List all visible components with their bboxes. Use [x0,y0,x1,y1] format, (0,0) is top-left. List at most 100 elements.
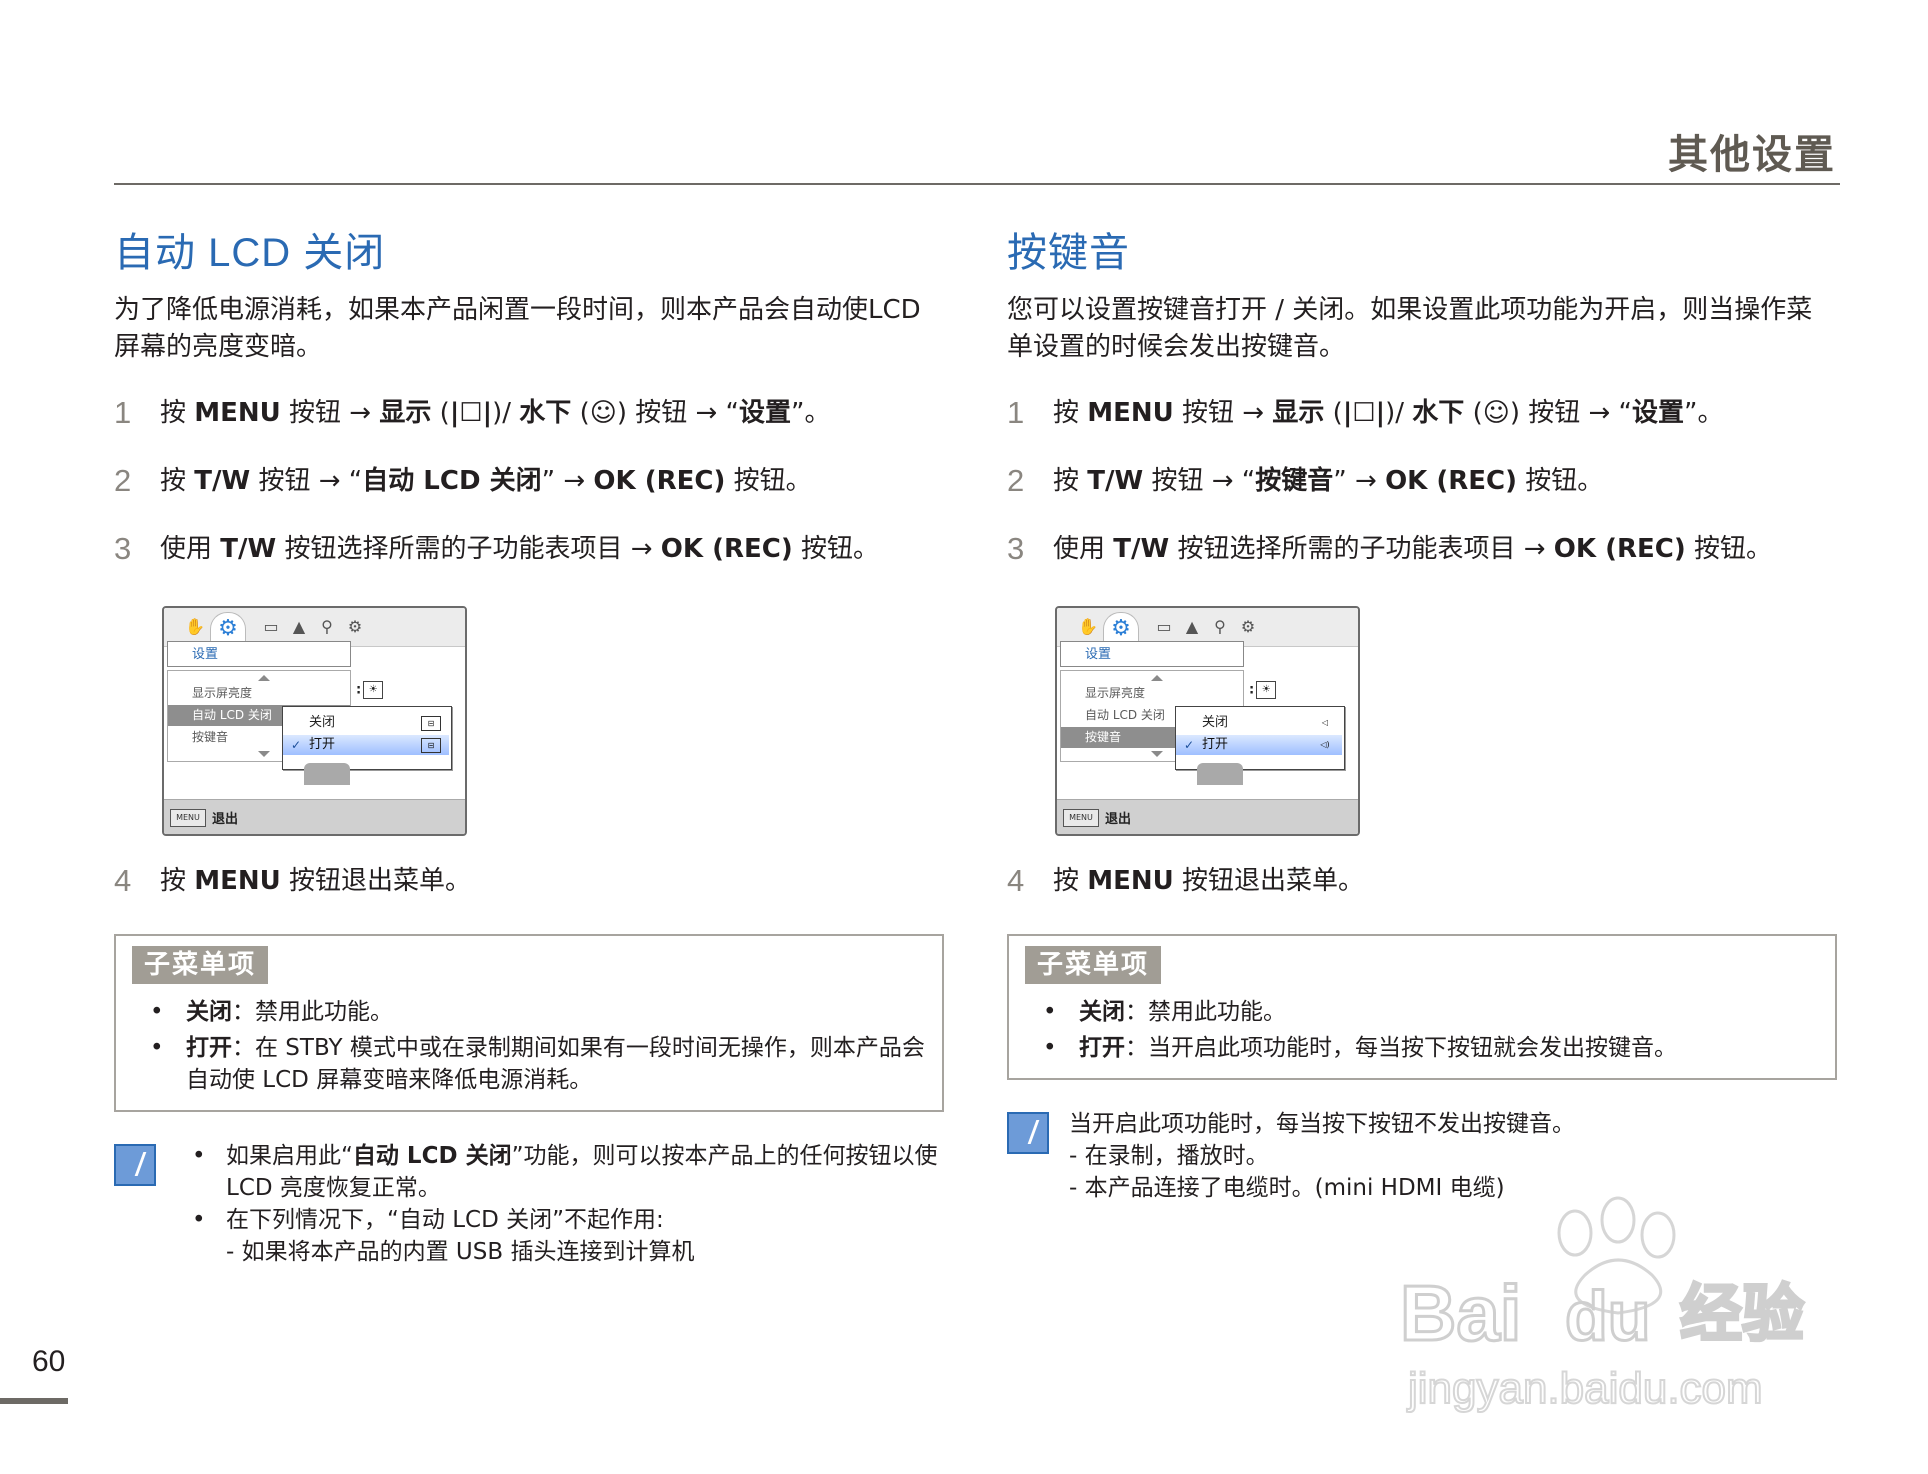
submenu-item-off: • 关闭：禁用此功能。 [1025,996,1819,1028]
step-key: 设置 [739,398,792,428]
step-number: 2 [1007,463,1025,498]
step-key: MENU [194,398,281,428]
step-4: 4按 MENU 按钮退出菜单。 [114,860,944,902]
submenu-desc: 禁用此功能。 [1148,999,1286,1025]
menu-item-brightness: 显示屏亮度 [192,686,253,700]
option-label: 关闭 [1202,715,1229,730]
svg-text:du: du [1565,1277,1651,1355]
note-key: 自动 LCD 关闭 [352,1143,512,1169]
step-text: ”。 [791,398,831,428]
step-key: 按键音 [1255,466,1334,496]
step-text: 按钮选择所需的子功能表项目 → [276,534,661,564]
bullet: • [150,999,164,1025]
submenu-sep: ： [1125,999,1148,1025]
bullet: • [192,1207,206,1233]
settings-icon: ⚙ [1240,617,1256,636]
page-header-title: 其他设置 [1668,132,1836,178]
step-key: T/W [1087,466,1144,496]
section-auto-lcd-off: 自动 LCD 关闭 为了降低电源消耗，如果本产品闲置一段时间，则本产品会自动使L… [114,220,944,1268]
step-key: 自动 LCD 关闭 [362,466,542,496]
step-text: ” → [541,466,594,496]
menu-bottom-bar: MENU 退出 [164,799,465,834]
step-3: 3 使用 T/W 按钮选择所需的子功能表项目 → OK (REC) 按钮。 [114,528,944,570]
step-key: MENU [1087,866,1174,896]
submenu-tag: 子菜单项 [132,946,269,984]
option-off: 关闭 ◁ [1176,713,1342,733]
submenu-item-on: • 打开：当开启此项功能时，每当按下按钮就会发出按键音。 [1025,1032,1819,1064]
step-text: 按 [160,866,195,896]
step-1: 1按 MENU 按钮 → 显示 (|☐|)/ 水下 (☺) 按钮 → “设置”。 [1007,392,1837,434]
step-key: OK (REC) [1553,534,1686,564]
current-value: : ☀ [356,681,384,699]
film-icon: ▭ [263,617,279,636]
note-icon [1007,1112,1049,1154]
step-key: OK (REC) [593,466,726,496]
film-icon: ▭ [1156,617,1172,636]
step-key: MENU [194,866,281,896]
section-intro: 您可以设置按键音打开 / 关闭。如果设置此项功能为开启，则当操作菜单设置的时候会… [1007,295,1813,362]
note-text: 如果启用此“ [226,1143,353,1169]
note-subitem: - 如果将本产品的内置 USB 插头连接到计算机 [226,1239,695,1265]
speaker-mute-icon: ◁ [1321,718,1329,727]
bullet: • [1043,1035,1057,1061]
svg-text:经验: 经验 [1680,1277,1804,1350]
speaker-icon: ◁) [1320,740,1330,749]
section-beep-sound: 按键音 您可以设置按键音打开 / 关闭。如果设置此项功能为开启，则当操作菜单设置… [1007,220,1837,1204]
step-key: 水下 [519,398,572,428]
submenu-key: 打开 [186,1035,232,1061]
svg-text:Bai: Bai [1400,1269,1521,1357]
submenu-sep: ： [1125,1035,1148,1061]
submenu-item-off: • 关闭：禁用此功能。 [132,996,926,1028]
settings-icon: ⚙ [347,617,363,636]
step-number: 1 [114,395,132,430]
check-icon: ✓ [1184,738,1195,752]
step-4: 4按 MENU 按钮退出菜单。 [1007,860,1837,902]
submenu-key: 关闭 [186,999,232,1025]
step-key: MENU [1087,398,1174,428]
submenu-desc: 在 STBY 模式中或在录制期间如果有一段时间无操作，则本产品会自动使 LCD … [186,1035,925,1093]
header-rule [114,183,1840,185]
step-key: T/W [194,466,251,496]
menu-screenshot: ✋ ⚙ ▭ ▲ ⚲ ⚙ 设置 显示屏亮度 自动 LCD 关闭 按键音 : ☀ 关闭… [162,606,467,836]
step-key: T/W [220,534,277,564]
hand-icon: ✋ [1078,617,1098,636]
note-text: 在下列情况下，“自动 LCD 关闭”不起作用: [226,1207,664,1233]
step-text: 按钮 → “ [1143,466,1256,496]
step-number: 1 [1007,395,1025,430]
submenu-desc: 禁用此功能。 [255,999,393,1025]
photo-icon: ▲ [1185,617,1199,636]
note-icon [114,1144,156,1186]
display-icon: |☐| [449,398,493,428]
value-prefix: : [356,682,362,698]
note-item: • 如果启用此“自动 LCD 关闭”功能，则可以按本产品上的任何按钮以使 LCD … [192,1140,944,1204]
step-text: (☺) 按钮 → “ [571,398,740,428]
step-2: 2按 T/W 按钮 → “按键音” → OK (REC) 按钮。 [1007,460,1837,502]
note-subitem: - 在录制，播放时。 [1069,1143,1269,1169]
step-text: ” → [1333,466,1386,496]
section-title: 自动 LCD 关闭 [114,231,386,275]
step-number: 3 [1007,531,1025,566]
step-number: 4 [114,863,132,898]
step-key: 显示 [379,398,432,428]
menu-category: 设置 [1060,641,1244,667]
page-number: 60 [32,1345,66,1378]
bullet: • [192,1143,206,1169]
brightness-icon: ☀ [1256,681,1277,699]
submenu-box: 子菜单项 • 关闭：禁用此功能。 • 打开：在 STBY 模式中或在录制期间如果有一… [114,934,944,1112]
step-text: 按钮。 [792,534,879,564]
submenu-item-on: • 打开：在 STBY 模式中或在录制期间如果有一段时间无操作，则本产品会自动使 … [132,1032,926,1096]
section-intro: 为了降低电源消耗，如果本产品闲置一段时间，则本产品会自动使LCD 屏幕的亮度变暗… [114,295,921,362]
step-text: 按钮退出菜单。 [280,866,472,896]
option-on: ✓ 打开 ◁) [1176,735,1342,755]
hand-icon: ✋ [185,617,205,636]
step-2: 2按 T/W 按钮 → “自动 LCD 关闭” → OK (REC) 按钮。 [114,460,944,502]
step-number: 4 [1007,863,1025,898]
option-label: 打开 [1202,737,1229,752]
option-label: 打开 [309,737,336,752]
submenu-desc: 当开启此项功能时，每当按下按钮就会发出按键音。 [1148,1035,1677,1061]
step-key: T/W [1113,534,1170,564]
step-text: 按钮 → “ [250,466,363,496]
step-text: 按钮选择所需的子功能表项目 → [1169,534,1554,564]
menu-category: 设置 [167,641,351,667]
step-text: 使用 [1053,534,1114,564]
